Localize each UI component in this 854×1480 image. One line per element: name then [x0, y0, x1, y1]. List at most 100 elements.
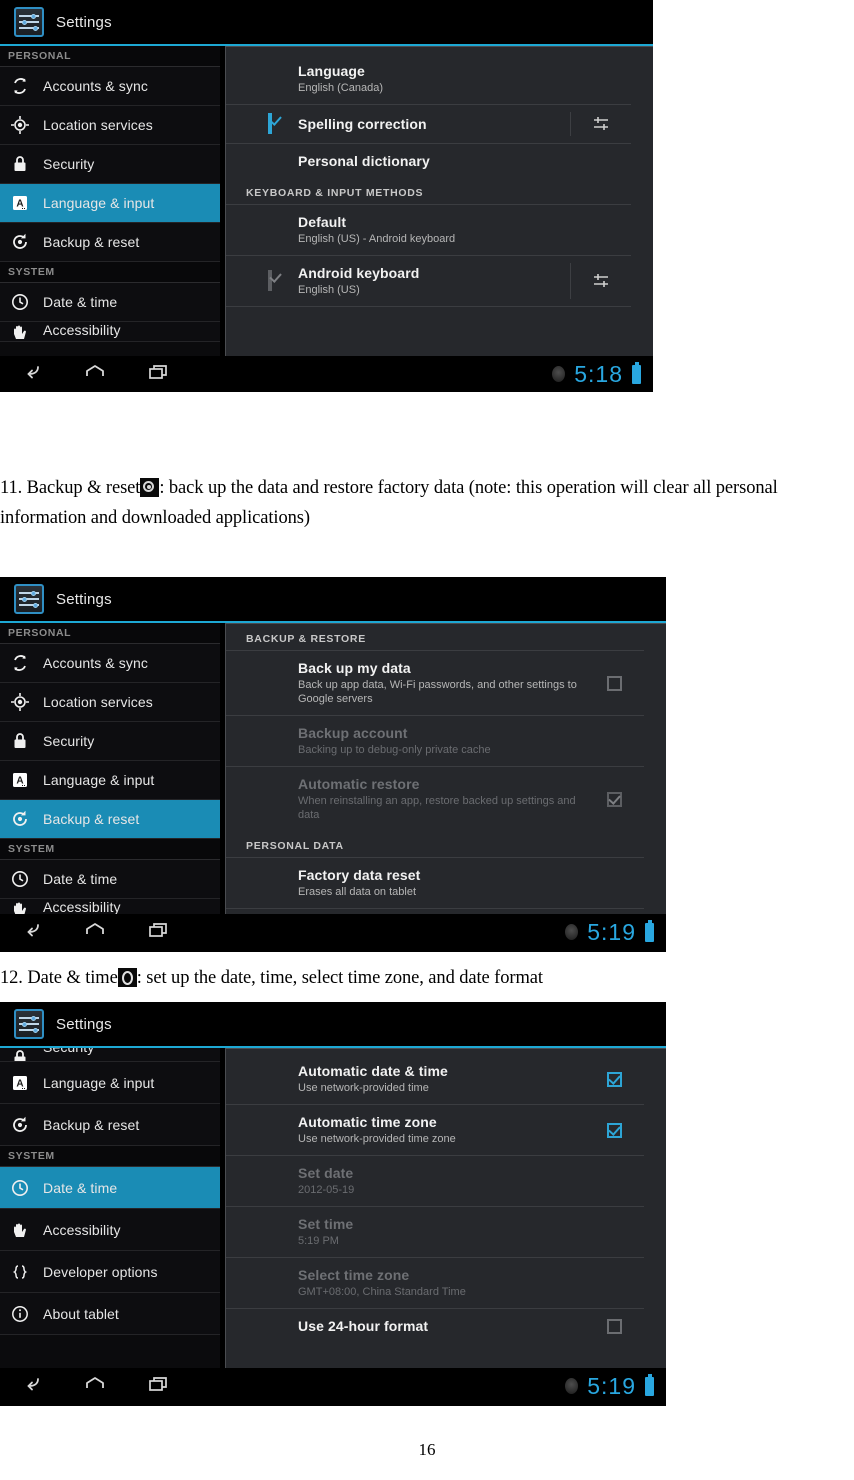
sidebar-item-label: About tablet: [43, 1305, 119, 1322]
row-title: Set date: [298, 1165, 354, 1181]
row-automatic-restore: Automatic restore When reinstalling an a…: [226, 766, 644, 831]
android-navigation-bar[interactable]: 5:19: [0, 1368, 666, 1404]
svg-text:A: A: [16, 776, 23, 787]
home-icon[interactable]: [82, 362, 108, 387]
sidebar-item-language-input[interactable]: A Language & input: [0, 184, 220, 223]
sidebar-item-label: Location services: [43, 117, 153, 133]
settings-sliders-icon: [591, 271, 611, 291]
sidebar-item-date-time[interactable]: Date & time: [0, 860, 220, 899]
app-title: Settings: [56, 1015, 112, 1033]
sidebar-item-security[interactable]: Security: [0, 145, 220, 184]
home-icon[interactable]: [82, 920, 108, 945]
sidebar-item-backup-reset[interactable]: Backup & reset: [0, 223, 220, 262]
android-navigation-bar[interactable]: 5:19: [0, 914, 666, 950]
sidebar-item-accessibility[interactable]: Accessibility: [0, 1209, 220, 1251]
settings-sidebar[interactable]: PERSONAL Accounts & sync Location servic…: [0, 623, 220, 914]
settings-detail-panel: Automatic date & time Use network-provid…: [225, 1048, 666, 1368]
sidebar-item-label: Accounts & sync: [43, 78, 148, 94]
sidebar-item-accessibility[interactable]: Accessibility: [0, 322, 220, 342]
sidebar-item-developer-options[interactable]: Developer options: [0, 1251, 220, 1293]
row-title: Android keyboard: [298, 265, 420, 281]
screenshot-date-and-time: Settings Security A Language & input Bac…: [0, 1002, 666, 1406]
sidebar-item-language-input[interactable]: A Language & input: [0, 761, 220, 800]
recents-icon[interactable]: [146, 1374, 172, 1399]
sidebar-item-label: Date & time: [43, 1179, 118, 1196]
row-title: Back up my data: [298, 660, 411, 676]
row-subtitle: Backing up to debug-only private cache: [298, 744, 491, 756]
settings-sliders-icon: [591, 114, 611, 134]
back-icon[interactable]: [18, 1374, 44, 1399]
row-language[interactable]: Language English (Canada): [226, 47, 631, 104]
settings-sidebar[interactable]: PERSONAL Accounts & sync Location servic…: [0, 46, 220, 356]
sidebar-item-accounts-sync[interactable]: Accounts & sync: [0, 644, 220, 683]
screenshot-backup-and-reset: Settings PERSONAL Accounts & sync Locati…: [0, 577, 666, 952]
sidebar-item-label: Developer options: [43, 1263, 158, 1280]
row-subtitle: Use network-provided time: [298, 1082, 429, 1094]
sidebar-item-accessibility[interactable]: Accessibility: [0, 899, 220, 914]
row-spelling-correction[interactable]: Spelling correction: [226, 104, 631, 143]
lock-icon: [10, 154, 30, 174]
row-title: Automatic time zone: [298, 1114, 437, 1130]
row-title: Default: [298, 214, 347, 230]
android-keyboard-checkbox[interactable]: [268, 270, 272, 291]
home-icon[interactable]: [82, 1374, 108, 1399]
sidebar-item-language-input[interactable]: A Language & input: [0, 1062, 220, 1104]
sidebar-item-label: Language & input: [43, 195, 155, 211]
row-automatic-time-zone[interactable]: Automatic time zone Use network-provided…: [226, 1104, 644, 1155]
notification-dot-icon[interactable]: [565, 924, 579, 940]
app-title-bar: Settings: [0, 0, 653, 46]
status-clock: 5:19: [587, 918, 636, 945]
row-title: Backup account: [298, 725, 408, 741]
spelling-correction-checkbox[interactable]: [268, 113, 272, 134]
row-title: Language: [298, 63, 365, 79]
row-subtitle: 2012-05-19: [298, 1184, 355, 1196]
sidebar-item-location-services[interactable]: Location services: [0, 106, 220, 145]
paragraph-date-time: 12. Date & time: set up the date, time, …: [0, 963, 854, 993]
back-icon[interactable]: [18, 362, 44, 387]
sidebar-item-about-tablet[interactable]: About tablet: [0, 1293, 220, 1335]
sidebar-item-date-time[interactable]: Date & time: [0, 1167, 220, 1209]
row-factory-data-reset[interactable]: Factory data reset Erases all data on ta…: [226, 857, 644, 908]
notification-dot-icon[interactable]: [565, 1378, 579, 1394]
sidebar-item-label: Accessibility: [43, 1221, 121, 1238]
lock-icon: [10, 731, 30, 751]
sidebar-item-security[interactable]: Security: [0, 722, 220, 761]
row-subtitle: Back up app data, Wi-Fi passwords, and o…: [298, 679, 577, 705]
settings-app-icon: [14, 7, 44, 37]
sidebar-item-label: Backup & reset: [43, 1116, 140, 1133]
settings-app-icon: [14, 1009, 44, 1039]
page-number: 16: [418, 1440, 436, 1459]
backup-reset-icon: [140, 478, 160, 497]
sidebar-item-location-services[interactable]: Location services: [0, 683, 220, 722]
row-automatic-date-time[interactable]: Automatic date & time Use network-provid…: [226, 1049, 644, 1104]
sidebar-item-backup-reset[interactable]: Backup & reset: [0, 800, 220, 839]
group-backup-restore: BACKUP & RESTORE: [246, 633, 366, 645]
row-personal-dictionary[interactable]: Personal dictionary: [226, 143, 631, 178]
android-keyboard-settings-button[interactable]: [571, 271, 631, 291]
info-icon: [10, 1304, 30, 1324]
android-navigation-bar[interactable]: 5:18: [0, 356, 653, 392]
sidebar-item-label: Accessibility: [43, 899, 121, 914]
automatic-time-zone-checkbox[interactable]: [584, 1122, 644, 1138]
row-use-24-hour-format[interactable]: Use 24-hour format: [226, 1308, 644, 1343]
sidebar-item-backup-reset[interactable]: Backup & reset: [0, 1104, 220, 1146]
back-icon[interactable]: [18, 920, 44, 945]
sidebar-item-security-partial[interactable]: Security: [0, 1048, 220, 1062]
back-up-my-data-checkbox[interactable]: [584, 675, 644, 691]
automatic-date-time-checkbox[interactable]: [584, 1071, 644, 1087]
backup-reset-icon: [10, 809, 30, 829]
recents-icon[interactable]: [146, 920, 172, 945]
row-default-keyboard[interactable]: Default English (US) - Android keyboard: [226, 204, 631, 255]
use-24-hour-format-checkbox[interactable]: [584, 1318, 644, 1334]
sidebar-item-date-time[interactable]: Date & time: [0, 283, 220, 322]
spelling-settings-button[interactable]: [571, 114, 631, 134]
recents-icon[interactable]: [146, 362, 172, 387]
settings-sidebar[interactable]: Security A Language & input Backup & res…: [0, 1048, 220, 1368]
sidebar-item-accounts-sync[interactable]: Accounts & sync: [0, 67, 220, 106]
notification-dot-icon[interactable]: [552, 366, 566, 382]
row-title: Select time zone: [298, 1267, 410, 1283]
sidebar-item-label: Location services: [43, 694, 153, 710]
row-back-up-my-data[interactable]: Back up my data Back up app data, Wi-Fi …: [226, 650, 644, 715]
row-android-keyboard[interactable]: Android keyboard English (US): [226, 255, 631, 306]
sidebar-item-label: Date & time: [43, 294, 118, 310]
